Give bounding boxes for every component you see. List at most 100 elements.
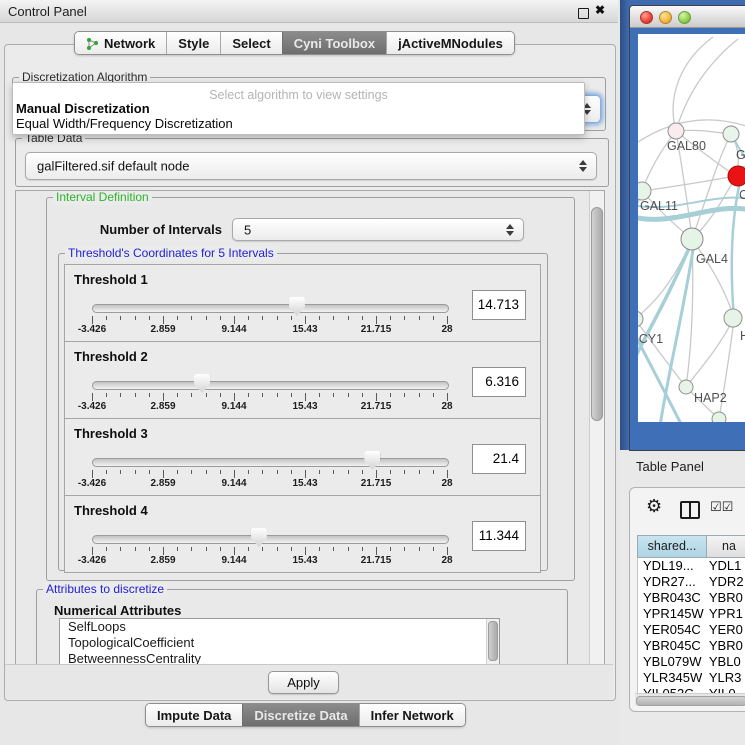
apply-button[interactable]: Apply bbox=[268, 671, 339, 694]
settings-scrollbar[interactable] bbox=[589, 191, 604, 665]
network-node-gal4[interactable] bbox=[681, 228, 703, 250]
network-node-c[interactable] bbox=[728, 166, 745, 186]
attributes-list-scrollbar[interactable] bbox=[486, 619, 499, 666]
threshold-label: Threshold 4 bbox=[74, 503, 148, 518]
table-cell[interactable]: YER0 bbox=[704, 622, 745, 638]
minimize-window-icon[interactable] bbox=[659, 11, 672, 24]
slider-tick bbox=[433, 547, 434, 551]
table-cell[interactable]: YIL052C bbox=[638, 686, 704, 693]
table-cell[interactable]: YPR1 bbox=[704, 606, 745, 622]
slider-tick bbox=[92, 393, 93, 401]
slider-track[interactable] bbox=[92, 381, 449, 390]
table-data-stepper-icon[interactable] bbox=[578, 160, 587, 172]
table-cell[interactable]: YBL079W bbox=[638, 654, 704, 670]
network-edge[interactable] bbox=[642, 176, 736, 191]
tab-network[interactable]: Network bbox=[75, 32, 166, 54]
settings-scrollbar-thumb[interactable] bbox=[591, 207, 603, 421]
column-header-shared[interactable]: shared... bbox=[637, 535, 707, 558]
close-panel-icon[interactable]: ✖ bbox=[595, 3, 605, 17]
slider-tick bbox=[305, 393, 306, 401]
tab-jactivemnodules[interactable]: jActiveMNodules bbox=[386, 32, 514, 54]
tab-label: Cyni Toolbox bbox=[294, 36, 375, 51]
slider-thumb[interactable] bbox=[194, 374, 210, 393]
table-row[interactable]: YER054CYER0 bbox=[638, 622, 745, 638]
network-edge[interactable] bbox=[686, 318, 734, 387]
popup-option-manual-discretization[interactable]: Manual Discretization bbox=[16, 101, 150, 116]
table-cell[interactable]: YLR3 bbox=[704, 670, 745, 686]
table-cell[interactable]: YDR27... bbox=[638, 574, 704, 590]
tab-style[interactable]: Style bbox=[166, 32, 220, 54]
table-cell[interactable]: YBL0 bbox=[704, 654, 745, 670]
table-cell[interactable]: YER054C bbox=[638, 622, 704, 638]
table-cell[interactable]: YBR0 bbox=[704, 590, 745, 606]
table-cell[interactable]: YDR2 bbox=[704, 574, 745, 590]
table-cell[interactable]: YPR145W bbox=[638, 606, 704, 622]
network-node-h[interactable] bbox=[724, 309, 742, 327]
attribute-item-selfloops[interactable]: SelfLoops bbox=[60, 619, 499, 635]
tab-impute-data[interactable]: Impute Data bbox=[146, 704, 242, 726]
slider-tick bbox=[248, 547, 249, 551]
table-row[interactable]: YPR145WYPR1 bbox=[638, 606, 745, 622]
tab-discretize-data[interactable]: Discretize Data bbox=[242, 704, 358, 726]
network-node-gal80[interactable] bbox=[668, 123, 684, 139]
table-cell[interactable]: YLR345W bbox=[638, 670, 704, 686]
slider-tick bbox=[333, 547, 334, 551]
table-cell[interactable]: YIL0 bbox=[704, 686, 745, 693]
network-node-gal11[interactable] bbox=[638, 182, 651, 200]
table-data-combobox[interactable]: galFiltered.sif default node bbox=[25, 152, 597, 180]
slider-tick bbox=[291, 470, 292, 474]
gear-icon[interactable]: ⚙ bbox=[646, 498, 662, 516]
slider-tick bbox=[319, 393, 320, 397]
table-cell[interactable]: YDL19... bbox=[638, 558, 704, 574]
table-cell[interactable]: YBR045C bbox=[638, 638, 704, 654]
column-header-na[interactable]: na bbox=[707, 535, 745, 558]
column-layout-icon[interactable] bbox=[680, 501, 700, 519]
table-row[interactable]: YLR345WYLR3 bbox=[638, 670, 745, 686]
slider-thumb[interactable] bbox=[251, 528, 267, 547]
network-edge[interactable] bbox=[673, 37, 713, 131]
slider-track[interactable] bbox=[92, 458, 449, 467]
slider-track[interactable] bbox=[92, 304, 449, 313]
attributes-list-scrollbar-thumb[interactable] bbox=[488, 621, 498, 661]
attribute-item-topologicalcoefficient[interactable]: TopologicalCoefficient bbox=[60, 635, 499, 651]
close-window-icon[interactable] bbox=[640, 11, 653, 24]
zoom-window-icon[interactable] bbox=[678, 11, 691, 24]
network-node[interactable] bbox=[712, 412, 726, 422]
number-of-intervals-label: Number of Intervals bbox=[76, 222, 222, 237]
tab-cyni-toolbox[interactable]: Cyni Toolbox bbox=[282, 32, 386, 54]
table-hscrollbar-thumb[interactable] bbox=[636, 696, 745, 706]
threshold-value-field[interactable]: 6.316 bbox=[472, 367, 526, 397]
table-row[interactable]: YDL19...YDL1 bbox=[638, 558, 745, 574]
table-cell[interactable]: YBR043C bbox=[638, 590, 704, 606]
table-horizontal-scrollbar[interactable] bbox=[635, 693, 745, 706]
table-cell[interactable]: YDL1 bbox=[704, 558, 745, 574]
select-columns-icon[interactable]: ☑☑ bbox=[710, 500, 733, 515]
threshold-value-field[interactable]: 11.344 bbox=[472, 521, 526, 551]
network-node-ga[interactable] bbox=[723, 126, 739, 142]
numerical-attributes-list[interactable]: SelfLoopsTopologicalCoefficientBetweenne… bbox=[59, 618, 500, 666]
slider-thumb[interactable] bbox=[289, 297, 305, 316]
table-row[interactable]: YBR043CYBR0 bbox=[638, 590, 745, 606]
float-panel-icon[interactable] bbox=[578, 8, 589, 19]
slider-tick bbox=[447, 393, 448, 401]
tab-select[interactable]: Select bbox=[220, 32, 281, 54]
table-row[interactable]: YIL052CYIL0 bbox=[638, 686, 745, 693]
network-node-hap2[interactable] bbox=[679, 380, 693, 394]
table-data-combobox-value: galFiltered.sif default node bbox=[37, 159, 189, 174]
popup-option-equal-width-frequency[interactable]: Equal Width/Frequency Discretization bbox=[16, 116, 233, 131]
threshold-value-field[interactable]: 21.4 bbox=[472, 444, 526, 474]
slider-track[interactable] bbox=[92, 535, 449, 544]
network-node-label: HAP2 bbox=[694, 391, 727, 405]
table-row[interactable]: YBL079WYBL0 bbox=[638, 654, 745, 670]
slider-thumb[interactable] bbox=[364, 451, 380, 470]
table-cell[interactable]: YBR0 bbox=[704, 638, 745, 654]
number-of-intervals-stepper-icon[interactable] bbox=[505, 224, 514, 236]
tab-infer-network[interactable]: Infer Network bbox=[359, 704, 465, 726]
table-row[interactable]: YDR27...YDR2 bbox=[638, 574, 745, 590]
table-row[interactable]: YBR045CYBR0 bbox=[638, 638, 745, 654]
slider-tick bbox=[447, 316, 448, 324]
network-edge[interactable] bbox=[692, 239, 734, 318]
threshold-value-field[interactable]: 14.713 bbox=[472, 290, 526, 320]
network-edge[interactable] bbox=[676, 39, 738, 131]
number-of-intervals-spinner[interactable]: 5 bbox=[232, 218, 524, 241]
